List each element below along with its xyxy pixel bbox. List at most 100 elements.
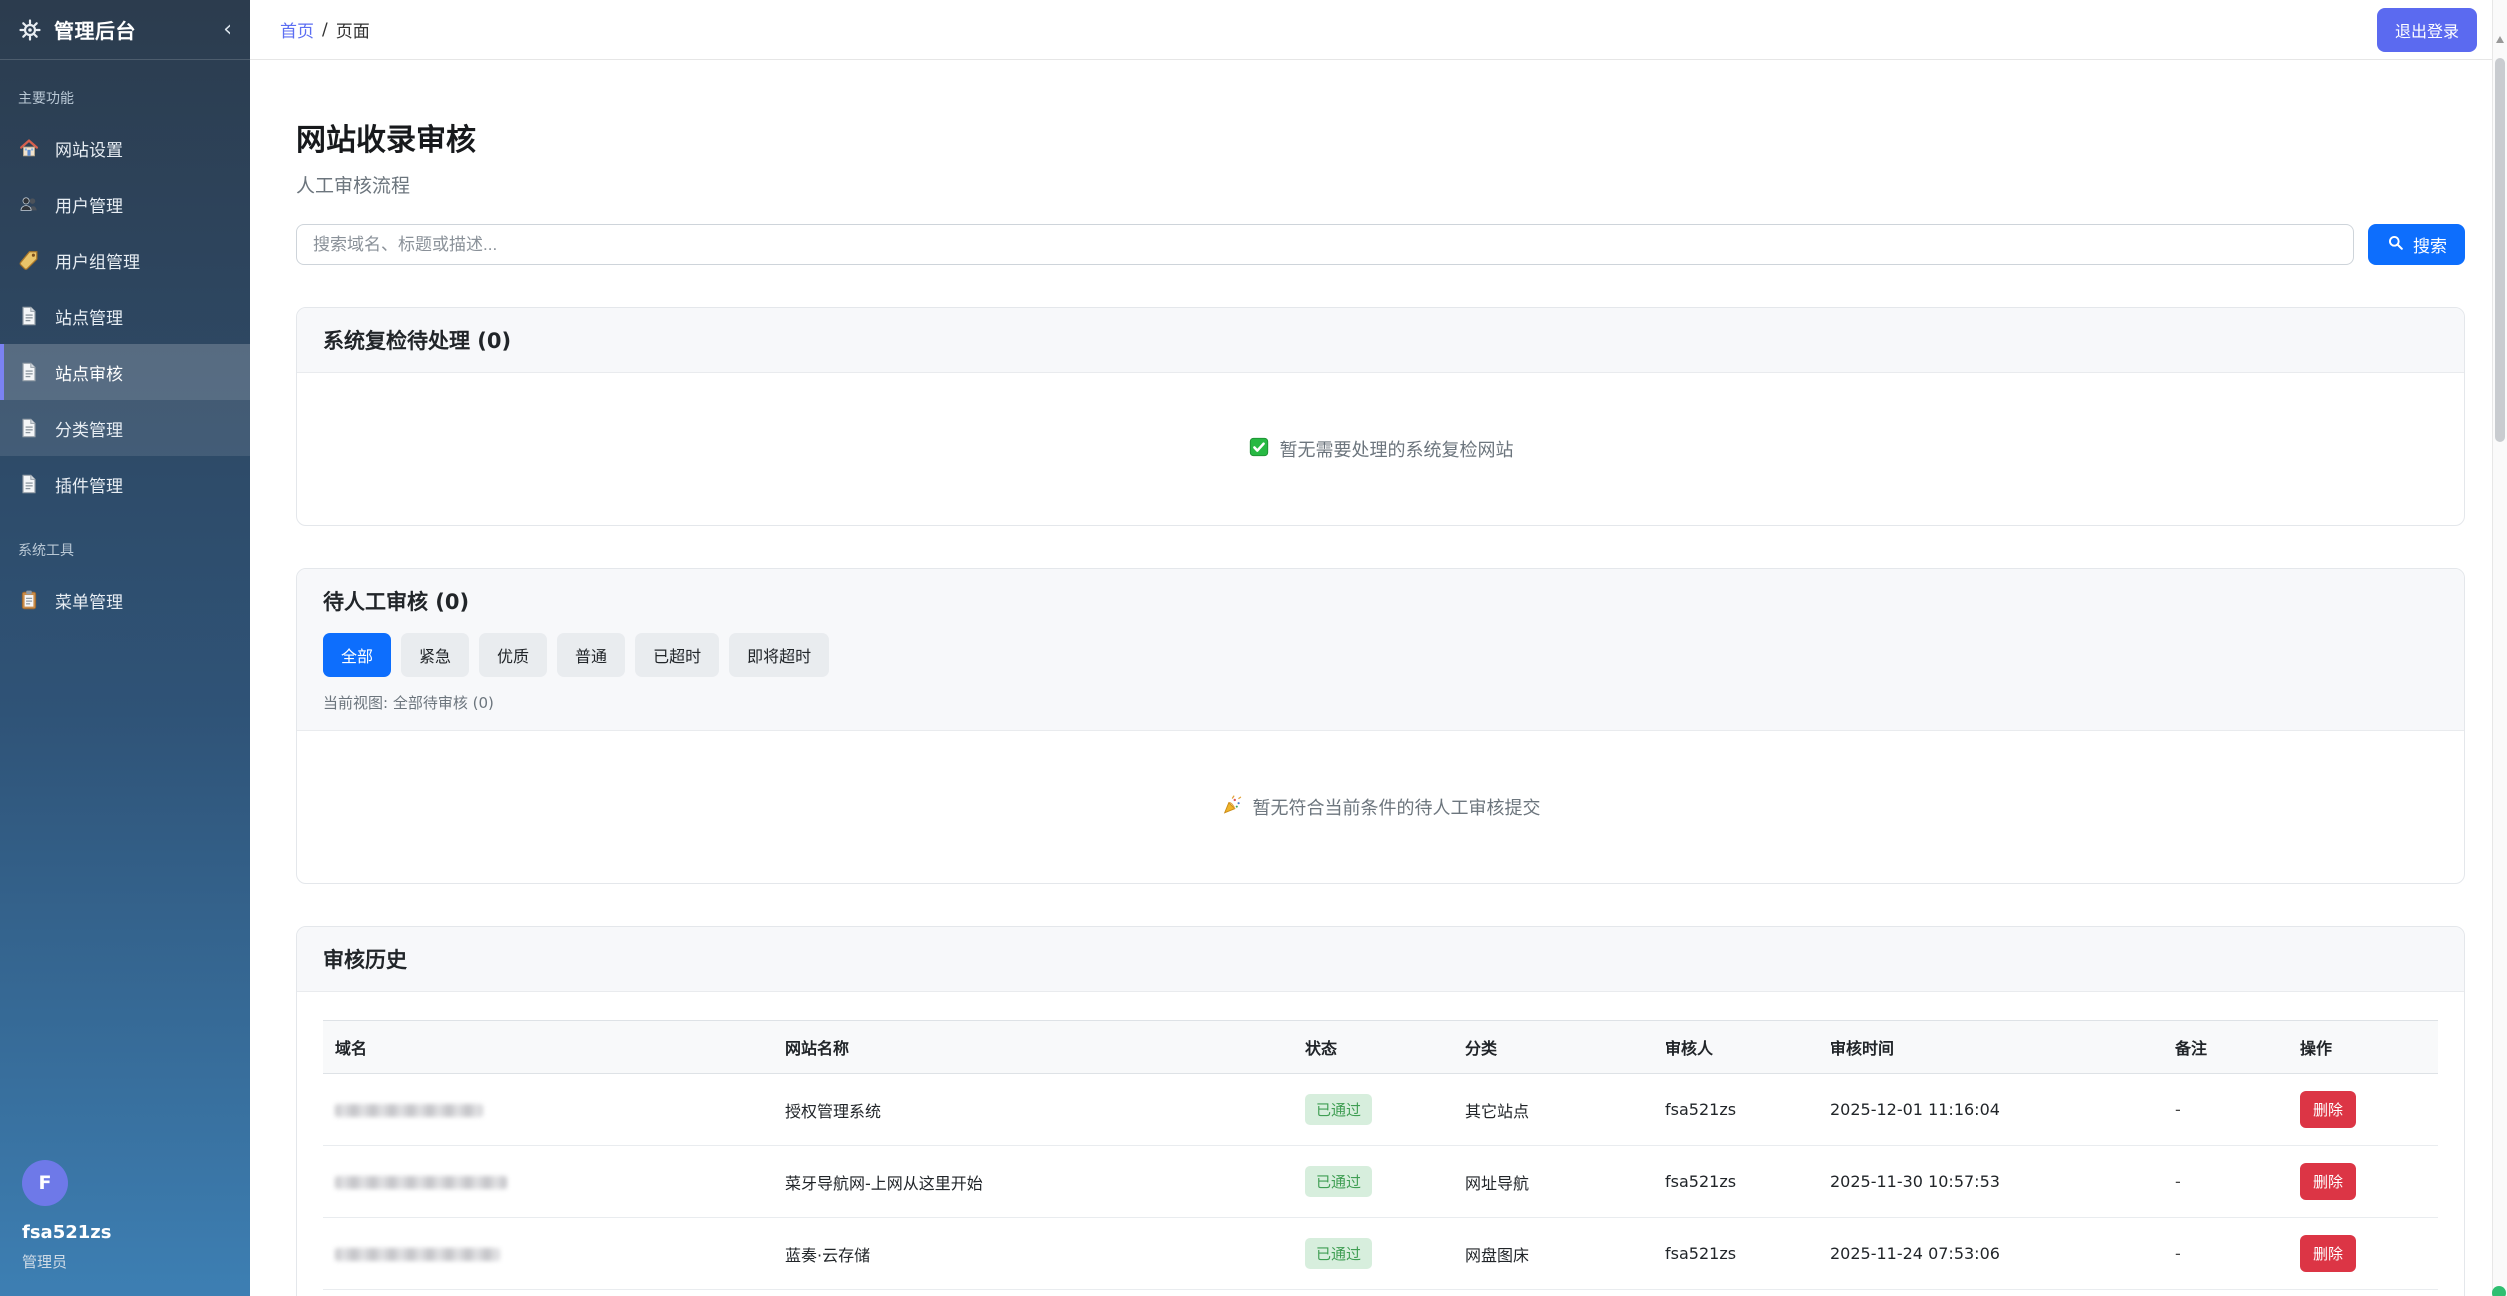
note-cell: - <box>2163 1074 2288 1146</box>
topbar: 首页 / 页面 退出登录 <box>250 0 2507 60</box>
logout-button[interactable]: 退出登录 <box>2377 8 2477 52</box>
action-cell: 删除 <box>2288 1146 2438 1218</box>
status-badge: 已通过 <box>1305 1094 1372 1125</box>
table-row: 蓝奏·云存储已通过网盘图床fsa521zs2025-11-24 07:53:06… <box>323 1218 2438 1290</box>
scroll-bottom-indicator <box>2492 1286 2506 1296</box>
table-column-header: 域名 <box>323 1021 773 1074</box>
action-cell: 删除 <box>2288 1218 2438 1290</box>
pending-card-header: 待人工审核 (0) 全部紧急优质普通已超时即将超时 当前视图: 全部待审核 (0… <box>297 569 2464 731</box>
filter-chip[interactable]: 即将超时 <box>729 633 829 677</box>
document-icon <box>18 305 40 327</box>
site-name: 菜牙导航网-上网从这里开始 <box>785 1174 983 1193</box>
filter-chip[interactable]: 普通 <box>557 633 625 677</box>
sidebar-user-panel: F fsa521zs 管理员 <box>0 1140 250 1296</box>
history-table-body: 授权管理系统已通过其它站点fsa521zs2025-12-01 11:16:04… <box>323 1074 2438 1296</box>
main-area: 首页 / 页面 退出登录 网站收录审核 人工审核流程 搜索 系统复检待处理 (0… <box>250 0 2507 1296</box>
site-name-cell: 菜牙导航网-上网从这里开始 <box>773 1146 1293 1218</box>
review-time-cell: 2025-12-01 11:16:04 <box>1818 1074 2163 1146</box>
sidebar-item-分类管理[interactable]: 分类管理 <box>0 400 250 456</box>
table-column-header: 状态 <box>1293 1021 1453 1074</box>
page-content: 网站收录审核 人工审核流程 搜索 系统复检待处理 (0) <box>250 60 2507 1296</box>
user-role: 管理员 <box>22 1251 228 1272</box>
review-time-cell: 2025-11-24 07:48:46 <box>1818 1290 2163 1296</box>
document-icon <box>18 361 40 383</box>
sidebar-item-label: 用户组管理 <box>55 248 140 273</box>
status-cell: 已通过 <box>1293 1290 1453 1296</box>
pending-filters: 全部紧急优质普通已超时即将超时 <box>323 633 2438 677</box>
sidebar-section-label: 主要功能 <box>0 60 250 120</box>
site-name: 授权管理系统 <box>785 1102 881 1121</box>
review-time-cell: 2025-11-30 10:57:53 <box>1818 1146 2163 1218</box>
breadcrumb-separator: / <box>322 20 328 40</box>
username: fsa521zs <box>22 1222 228 1243</box>
users-icon <box>18 193 40 215</box>
breadcrumb-current: 页面 <box>336 17 370 42</box>
table-column-header: 审核时间 <box>1818 1021 2163 1074</box>
recheck-empty-text: 暂无需要处理的系统复检网站 <box>1280 436 1514 462</box>
category-cell: 网盘图床 <box>1453 1290 1653 1296</box>
sidebar-item-label: 菜单管理 <box>55 588 123 613</box>
domain-cell <box>323 1290 773 1296</box>
category-cell: 其它站点 <box>1453 1074 1653 1146</box>
document-icon <box>18 417 40 439</box>
pending-card: 待人工审核 (0) 全部紧急优质普通已超时即将超时 当前视图: 全部待审核 (0… <box>296 568 2465 884</box>
delete-button[interactable]: 删除 <box>2300 1163 2356 1200</box>
site-name-cell: 蓝奏·云存储 <box>773 1218 1293 1290</box>
scrollbar-thumb[interactable] <box>2495 58 2505 442</box>
filter-chip[interactable]: 已超时 <box>635 633 719 677</box>
category-cell: 网址导航 <box>1453 1146 1653 1218</box>
redacted-domain <box>335 1104 483 1117</box>
avatar[interactable]: F <box>22 1160 68 1206</box>
redacted-domain <box>335 1248 500 1261</box>
sidebar-nav: 主要功能网站设置用户管理用户组管理站点管理站点审核分类管理插件管理系统工具菜单管… <box>0 60 250 628</box>
breadcrumb-home-link[interactable]: 首页 <box>280 17 314 42</box>
sidebar-item-label: 站点审核 <box>55 360 123 385</box>
sidebar-section-label: 系统工具 <box>0 512 250 572</box>
app-title: 管理后台 <box>54 15 211 44</box>
domain-cell <box>323 1146 773 1218</box>
sidebar-header: 管理后台 ‹ <box>0 0 250 60</box>
sidebar-item-菜单管理[interactable]: 菜单管理 <box>0 572 250 628</box>
sidebar-item-站点管理[interactable]: 站点管理 <box>0 288 250 344</box>
filter-chip[interactable]: 紧急 <box>401 633 469 677</box>
document-icon <box>18 473 40 495</box>
sidebar-item-用户组管理[interactable]: 用户组管理 <box>0 232 250 288</box>
scrollbar-track[interactable] <box>2492 0 2507 1296</box>
check-square-icon <box>1248 436 1270 463</box>
delete-button[interactable]: 删除 <box>2300 1091 2356 1128</box>
filter-chip[interactable]: 优质 <box>479 633 547 677</box>
redacted-domain <box>335 1176 507 1189</box>
sidebar-item-网站设置[interactable]: 网站设置 <box>0 120 250 176</box>
table-row: 授权管理系统 已通过 其它站点fsa521zs2025-12-01 11:16:04… <box>323 1074 2438 1146</box>
search-icon <box>2386 233 2405 257</box>
table-row: 百度网盘-免费云盘丨文件共享软...已通过网盘图床fsa521zs2025-11… <box>323 1290 2438 1296</box>
site-name-cell: 授权管理系统 <box>773 1074 1293 1146</box>
table-column-header: 网站名称 <box>773 1021 1293 1074</box>
page-subtitle: 人工审核流程 <box>296 171 2465 198</box>
sidebar-item-插件管理[interactable]: 插件管理 <box>0 456 250 512</box>
scrollbar-up-arrow-icon[interactable] <box>2496 36 2504 43</box>
reviewer-cell: fsa521zs <box>1653 1290 1818 1296</box>
delete-button[interactable]: 删除 <box>2300 1235 2356 1272</box>
table-column-header: 分类 <box>1453 1021 1653 1074</box>
note-cell: - <box>2163 1146 2288 1218</box>
table-column-header: 审核人 <box>1653 1021 1818 1074</box>
sidebar-section: 主要功能网站设置用户管理用户组管理站点管理站点审核分类管理插件管理 <box>0 60 250 512</box>
page-title: 网站收录审核 <box>296 115 2465 159</box>
search-input[interactable] <box>296 224 2354 265</box>
search-button[interactable]: 搜索 <box>2368 224 2465 265</box>
pending-empty-state: 暂无符合当前条件的待人工审核提交 <box>297 731 2464 883</box>
reviewer-cell: fsa521zs <box>1653 1074 1818 1146</box>
sidebar: 管理后台 ‹ 主要功能网站设置用户管理用户组管理站点管理站点审核分类管理插件管理… <box>0 0 250 1296</box>
recheck-card-title: 系统复检待处理 (0) <box>323 325 2438 355</box>
recheck-card-header: 系统复检待处理 (0) <box>297 308 2464 373</box>
gear-icon <box>18 18 42 42</box>
filter-chip[interactable]: 全部 <box>323 633 391 677</box>
sidebar-item-用户管理[interactable]: 用户管理 <box>0 176 250 232</box>
history-card: 审核历史 域名网站名称状态分类审核人审核时间备注操作 授权管理系统已通过其它站点… <box>296 926 2465 1296</box>
reviewer-cell: fsa521zs <box>1653 1146 1818 1218</box>
sidebar-collapse-icon[interactable]: ‹ <box>223 19 232 41</box>
review-time-cell: 2025-11-24 07:53:06 <box>1818 1218 2163 1290</box>
sidebar-item-站点审核[interactable]: 站点审核 <box>0 344 250 400</box>
search-button-label: 搜索 <box>2413 232 2447 257</box>
